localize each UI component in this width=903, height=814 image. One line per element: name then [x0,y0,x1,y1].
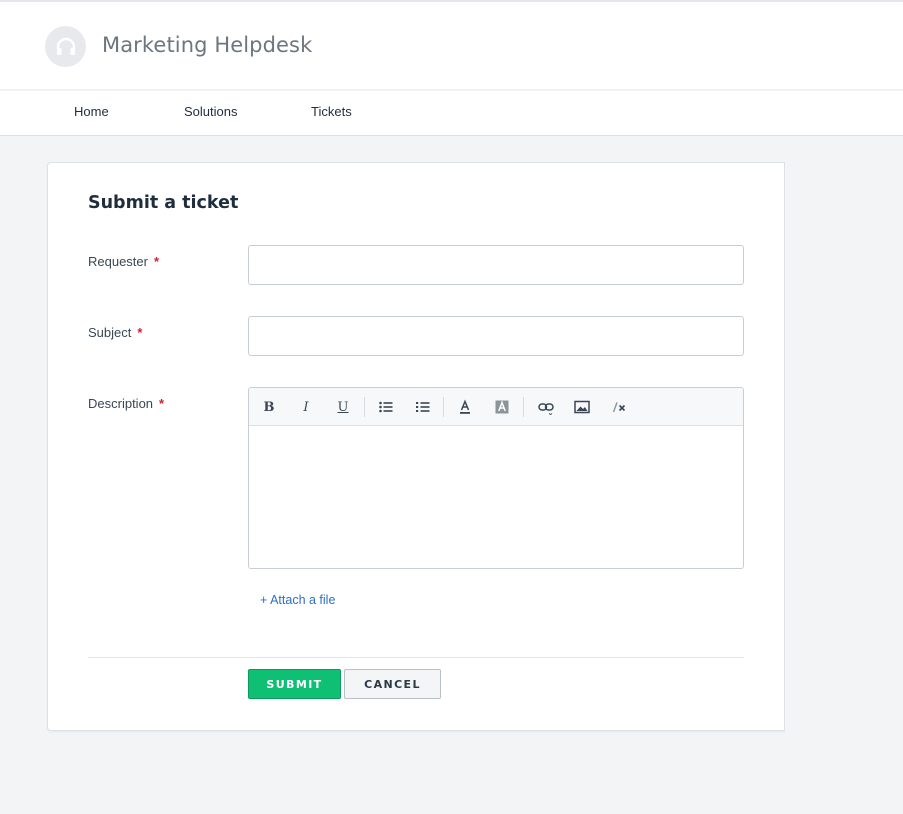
background-color-icon[interactable] [491,398,513,416]
requester-label-text: Requester [88,254,148,269]
nav-item-home[interactable]: Home [74,104,109,119]
description-label-text: Description [88,396,154,411]
editor-toolbar: B I U [249,388,743,426]
subject-label: Subject * [88,325,142,340]
toolbar-separator [523,397,524,417]
numbered-list-icon[interactable] [412,398,434,416]
header: Marketing Helpdesk [0,2,903,90]
attach-file-link[interactable]: + Attach a file [260,593,335,607]
required-mark: * [153,254,160,269]
headset-icon [56,37,75,55]
form-divider [88,657,744,658]
clear-format-icon[interactable] [608,398,630,416]
required-mark: * [137,325,143,340]
font-color-icon[interactable] [454,398,476,416]
description-label: Description * [88,396,164,411]
cancel-button[interactable]: CANCEL [344,669,441,699]
requester-input[interactable] [248,245,744,285]
subject-input[interactable] [248,316,744,356]
page-title: Submit a ticket [88,193,239,213]
submit-button[interactable]: SUBMIT [248,669,341,699]
description-textarea[interactable] [249,426,743,568]
main-nav: Home Solutions Tickets [0,91,903,136]
bold-icon[interactable]: B [258,398,280,416]
right-sidebar [784,162,903,731]
ticket-form-card: Submit a ticket Requester * Subject * Desc… [47,162,787,731]
requester-label: Requester * [88,254,159,269]
italic-icon[interactable]: I [295,398,317,416]
nav-item-tickets[interactable]: Tickets [311,104,352,119]
logo[interactable] [45,26,86,67]
bulleted-list-icon[interactable] [375,398,397,416]
brand-title[interactable]: Marketing Helpdesk [102,33,312,57]
toolbar-separator [443,397,444,417]
image-icon[interactable] [571,398,593,416]
required-mark: * [159,396,165,411]
subject-label-text: Subject [88,325,132,340]
underline-icon[interactable]: U [332,398,354,416]
description-editor: B I U [248,387,744,569]
nav-item-solutions[interactable]: Solutions [184,104,237,119]
toolbar-separator [364,397,365,417]
link-icon[interactable] [535,398,557,416]
